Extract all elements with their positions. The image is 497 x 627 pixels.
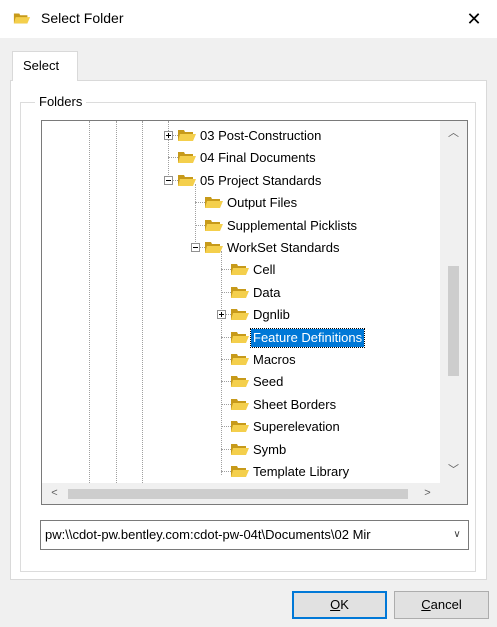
scrollbar-corner	[440, 483, 467, 504]
tree-item-label: Symb	[253, 441, 287, 457]
folder-icon	[205, 242, 223, 253]
scroll-left-arrow[interactable]: <	[44, 483, 65, 504]
folder-icon	[178, 130, 196, 141]
folder-tree[interactable]: 03 Post-Construction 04 Final Documents 05…	[41, 120, 468, 505]
folder-icon	[231, 309, 249, 321]
tree-item-label: Template Library	[253, 464, 350, 479]
expand-icon[interactable]	[217, 310, 226, 320]
path-value: pw:\\cdot-pw.bentley.com:cdot-pw-04t\Doc…	[45, 527, 371, 542]
tree-item-label: Macros	[253, 352, 296, 367]
tree-item[interactable]: Cell	[42, 259, 440, 281]
collapse-icon[interactable]	[191, 243, 200, 252]
folder-icon	[205, 197, 223, 209]
vertical-scroll-thumb[interactable]	[448, 266, 459, 376]
tree-item-label: 03 Post-Construction	[200, 128, 322, 143]
tree-item-label: Sheet Borders	[253, 396, 337, 412]
tree-item-label: 05 Project Standards	[200, 172, 322, 188]
folder-icon	[231, 466, 249, 477]
cancel-mnemonic: C	[421, 597, 431, 612]
tree-item[interactable]: Sheet Borders	[42, 394, 440, 416]
collapse-icon[interactable]	[164, 175, 173, 185]
folders-group-label: Folders	[35, 94, 87, 109]
folder-icon	[178, 174, 196, 186]
ok-mnemonic: O	[330, 597, 341, 612]
tree-item-label: Seed	[253, 374, 284, 390]
vertical-scrollbar[interactable]: ︿ ﹀	[440, 121, 467, 483]
folder-icon	[231, 398, 249, 410]
tree-item-label: Dgnlib	[253, 307, 290, 323]
scroll-up-arrow[interactable]: ︿	[440, 123, 467, 144]
tree-item[interactable]: Dgnlib	[42, 304, 440, 326]
folder-icon	[231, 286, 249, 298]
tree-item[interactable]: 03 Post-Construction	[42, 125, 440, 147]
expand-icon[interactable]	[164, 131, 173, 140]
tree-item-label: WorkSet Standards	[227, 240, 340, 255]
tree-content: 03 Post-Construction 04 Final Documents 05…	[42, 121, 440, 483]
folder-icon	[231, 443, 249, 455]
tab-select[interactable]: Select	[12, 51, 78, 81]
ok-button[interactable]: OK	[292, 591, 387, 619]
tree-item[interactable]: Supplemental Picklists	[42, 215, 440, 237]
horizontal-scrollbar[interactable]: < >	[42, 483, 467, 504]
folder-icon	[231, 421, 249, 433]
tree-item-label: 04 Final Documents	[200, 150, 316, 166]
tree-item-label: Feature Definitions	[249, 327, 366, 348]
tree-item[interactable]: Macros	[42, 349, 440, 371]
tree-item[interactable]: Seed	[42, 371, 440, 393]
ok-label-rest: K	[340, 597, 349, 612]
path-combobox[interactable]: pw:\\cdot-pw.bentley.com:cdot-pw-04t\Doc…	[40, 520, 469, 550]
tree-item[interactable]: Output Files	[42, 192, 440, 214]
folder-icon	[231, 331, 249, 343]
folder-icon	[205, 219, 223, 231]
scroll-down-arrow[interactable]: ﹀	[440, 460, 467, 481]
folder-icon	[178, 152, 196, 164]
tree-item-label: Cell	[253, 262, 276, 278]
folder-icon	[231, 376, 249, 388]
scroll-right-arrow[interactable]: >	[417, 483, 438, 504]
horizontal-scroll-thumb[interactable]	[68, 489, 408, 499]
tree-item[interactable]: Symb	[42, 439, 440, 461]
folder-icon	[231, 354, 249, 365]
tree-item[interactable]: Feature Definitions	[42, 327, 440, 349]
tree-item[interactable]: WorkSet Standards	[42, 237, 440, 259]
tree-item[interactable]: Data	[42, 282, 440, 304]
title-bar: Select Folder ✕	[0, 0, 497, 38]
tab-label: Select	[23, 58, 60, 73]
tree-item[interactable]: Template Library	[42, 461, 440, 483]
tree-item-label: Data	[253, 284, 281, 300]
cancel-button[interactable]: Cancel	[394, 591, 489, 619]
window-title: Select Folder	[41, 10, 124, 26]
chevron-down-icon[interactable]: ∨	[446, 521, 468, 549]
tree-item[interactable]: 05 Project Standards	[42, 170, 440, 192]
tree-item[interactable]: 04 Final Documents	[42, 147, 440, 169]
tree-item-label: Output Files	[227, 195, 298, 211]
folder-icon	[13, 13, 31, 24]
tree-item[interactable]: Superelevation	[42, 416, 440, 438]
close-button[interactable]: ✕	[451, 0, 497, 38]
folder-icon	[231, 264, 249, 276]
tree-item-label: Superelevation	[253, 419, 340, 435]
cancel-label-rest: ancel	[430, 597, 462, 612]
tree-item-label: Supplemental Picklists	[227, 217, 358, 233]
